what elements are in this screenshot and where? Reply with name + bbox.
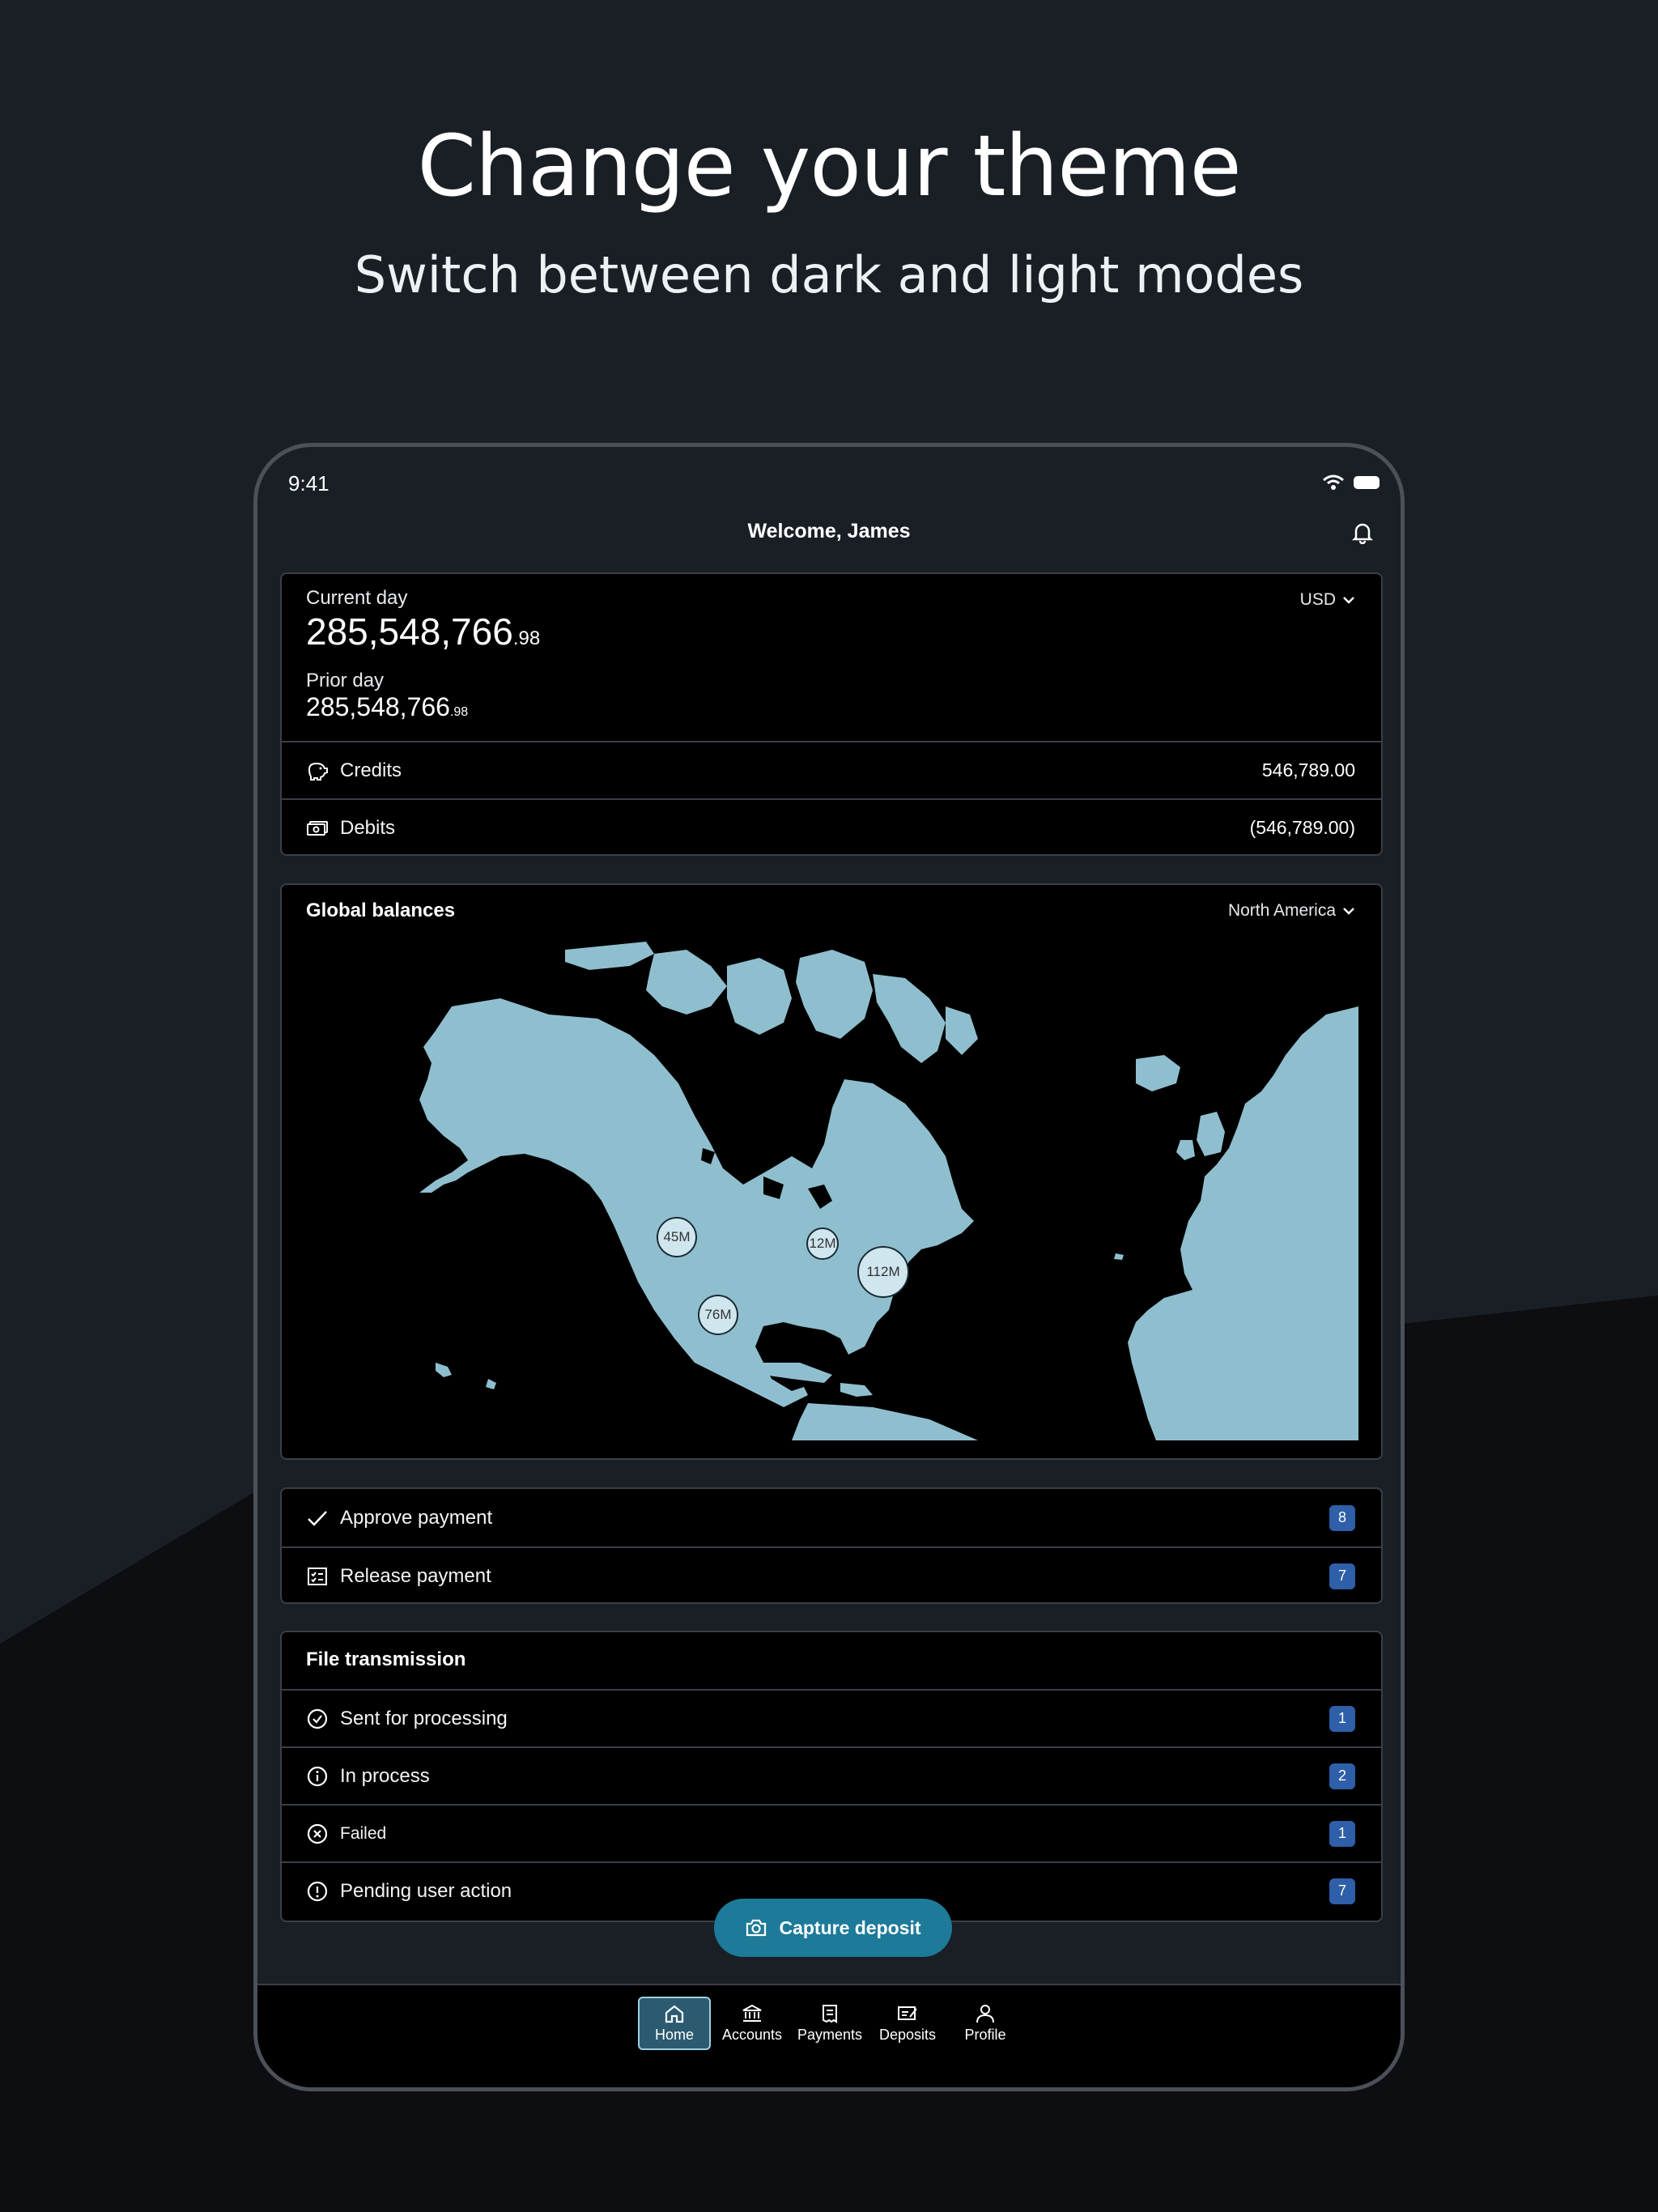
- check-icon: [306, 1507, 329, 1529]
- count-badge: 1: [1329, 1820, 1355, 1847]
- currency-value: USD: [1299, 590, 1336, 609]
- release-payment-row[interactable]: Release payment 7: [282, 1546, 1381, 1604]
- credits-row[interactable]: Credits 546,789.00: [282, 741, 1381, 798]
- info-icon: [306, 1765, 329, 1788]
- prior-day-amount-cents: .98: [449, 705, 469, 719]
- current-day-balance: Current day 285,548,766.98: [306, 587, 540, 653]
- in-process-row[interactable]: In process 2: [282, 1746, 1381, 1804]
- battery-icon: [1354, 476, 1380, 489]
- current-day-amount: 285,548,766.98: [306, 610, 540, 653]
- global-balances-card: Global balances North America 45M 12M 11…: [280, 883, 1383, 1460]
- status-time: 9:41: [288, 471, 329, 496]
- world-map[interactable]: 45M 12M 112M 76M: [306, 942, 1358, 1440]
- failed-label: Failed: [340, 1823, 387, 1843]
- current-day-amount-main: 285,548,766: [306, 610, 513, 653]
- tab-deposits-label: Deposits: [878, 2026, 937, 2043]
- bell-icon[interactable]: [1351, 521, 1374, 548]
- map-land: [419, 942, 1358, 1440]
- in-process-label: In process: [340, 1764, 430, 1787]
- count-badge: 7: [1329, 1878, 1355, 1904]
- current-day-label: Current day: [306, 587, 408, 609]
- page-title: Welcome, James: [747, 520, 911, 542]
- count-badge: 2: [1329, 1763, 1355, 1789]
- currency-dropdown[interactable]: USD: [1300, 590, 1355, 610]
- map-marker[interactable]: 45M: [657, 1217, 697, 1257]
- tab-profile-label: Profile: [964, 2026, 1006, 2043]
- receipt-icon: [823, 2004, 837, 2023]
- file-transmission-title: File transmission: [306, 1648, 466, 1670]
- credits-value: 546,789.00: [1261, 759, 1355, 781]
- sent-for-processing-label: Sent for processing: [340, 1707, 508, 1729]
- map-marker[interactable]: 12M: [806, 1227, 839, 1260]
- chevron-down-icon: [1343, 597, 1354, 604]
- alert-icon: [306, 1880, 329, 1903]
- debits-value: (546,789.00): [1249, 817, 1355, 838]
- count-badge: 1: [1329, 1705, 1355, 1732]
- failed-row[interactable]: Failed 1: [282, 1804, 1381, 1861]
- tab-bar: Home Accounts Payments Deposits Profile: [257, 1984, 1401, 2087]
- home-icon: [665, 2005, 684, 2023]
- prior-day-balance: Prior day 285,548,766.98: [306, 670, 468, 722]
- credits-label: Credits: [340, 759, 402, 781]
- tab-home-label: Home: [654, 2026, 694, 2043]
- global-balances-title: Global balances: [306, 900, 456, 921]
- tab-profile[interactable]: Profile: [949, 1997, 1022, 2050]
- approvals-card: Approve payment 8 Release payment 7: [280, 1487, 1383, 1604]
- check-deposit-icon: [898, 2006, 917, 2020]
- status-icons: [1323, 474, 1380, 491]
- map-marker[interactable]: 112M: [857, 1246, 909, 1298]
- tablet-frame: 9:41 Welcome, James Current day 285,548,…: [253, 443, 1405, 2091]
- prior-day-amount-main: 285,548,766: [306, 692, 450, 721]
- tab-payments[interactable]: Payments: [793, 1997, 866, 2050]
- capture-deposit-label: Capture deposit: [779, 1916, 921, 1938]
- tab-deposits[interactable]: Deposits: [871, 1997, 944, 2050]
- prior-day-label: Prior day: [306, 670, 385, 691]
- camera-icon: [746, 1919, 767, 1937]
- release-payment-label: Release payment: [340, 1564, 491, 1587]
- tab-accounts[interactable]: Accounts: [716, 1997, 789, 2050]
- prior-day-amount: 285,548,766.98: [306, 692, 468, 722]
- region-value: North America: [1227, 901, 1336, 920]
- count-badge: 7: [1329, 1563, 1355, 1589]
- tab-home[interactable]: Home: [638, 1997, 711, 2050]
- debits-label: Debits: [340, 816, 396, 839]
- wifi-icon: [1323, 474, 1344, 490]
- marketing-headline: Change your theme: [417, 117, 1241, 215]
- current-day-amount-cents: .98: [512, 627, 541, 649]
- chevron-down-icon: [1343, 908, 1354, 915]
- bank-icon: [742, 2004, 762, 2022]
- debits-row[interactable]: Debits (546,789.00): [282, 798, 1381, 856]
- marketing-subhead: Switch between dark and light modes: [354, 245, 1304, 304]
- person-icon: [976, 2004, 994, 2023]
- check-circle-icon: [306, 1708, 329, 1730]
- balance-card: Current day 285,548,766.98 Prior day 285…: [280, 572, 1383, 856]
- piggy-bank-icon: [306, 759, 329, 782]
- sent-for-processing-row[interactable]: Sent for processing 1: [282, 1689, 1381, 1746]
- approve-payment-label: Approve payment: [340, 1506, 493, 1529]
- file-transmission-card: File transmission Sent for processing 1 …: [280, 1631, 1383, 1922]
- cash-icon: [306, 817, 329, 840]
- tab-accounts-label: Accounts: [721, 2026, 783, 2043]
- x-circle-icon: [306, 1823, 329, 1845]
- tab-payments-label: Payments: [797, 2026, 863, 2043]
- region-dropdown[interactable]: North America: [1228, 901, 1355, 921]
- count-badge: 8: [1329, 1504, 1355, 1531]
- capture-deposit-button[interactable]: Capture deposit: [714, 1899, 952, 1957]
- approve-payment-row[interactable]: Approve payment 8: [282, 1489, 1381, 1546]
- checklist-icon: [306, 1565, 329, 1588]
- map-marker[interactable]: 76M: [698, 1295, 738, 1335]
